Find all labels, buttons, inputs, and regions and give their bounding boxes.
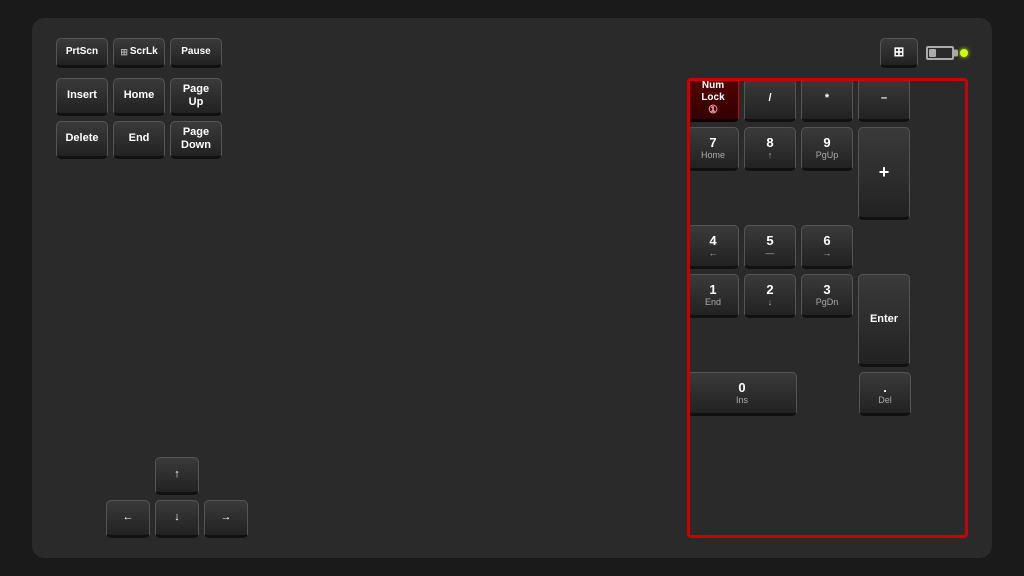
arrow-bottom-row: ← ↓ → (106, 500, 248, 538)
numpad-row-2: 7 Home 8 ↑ 9 PgUp + (687, 127, 968, 220)
fn-keys-group: PrtScn ⊞ ScrLk Pause (56, 38, 222, 68)
calculator-key[interactable]: ⊞ (880, 38, 918, 68)
arrow-down-key[interactable]: ↓ (155, 500, 199, 538)
nav-row-2: Delete End PageDown (56, 121, 667, 159)
numpad-6-key[interactable]: 6 → (801, 225, 853, 269)
pageup-key[interactable]: PageUp (170, 78, 222, 116)
numpad-3-key[interactable]: 3 PgDn (801, 274, 853, 318)
numpad-1-key[interactable]: 1 End (687, 274, 739, 318)
home-key[interactable]: Home (113, 78, 165, 116)
keyboard-container: PrtScn ⊞ ScrLk Pause ⊞ (32, 18, 992, 558)
numpad-row-1: NumLock ① / * – (687, 78, 968, 122)
numpad-0-key[interactable]: 0 Ins (687, 372, 797, 416)
led-indicator (960, 49, 968, 57)
numpad-7-key[interactable]: 7 Home (687, 127, 739, 171)
arrow-up-key[interactable]: ↑ (155, 457, 199, 495)
numpad-2-key[interactable]: 2 ↓ (744, 274, 796, 318)
pagedown-key[interactable]: PageDown (170, 121, 222, 159)
nav-row-1: Insert Home PageUp (56, 78, 667, 116)
pause-key[interactable]: Pause (170, 38, 222, 68)
numpad-5-key[interactable]: 5 — (744, 225, 796, 269)
numlock-key[interactable]: NumLock ① (687, 78, 739, 122)
numpad-8-key[interactable]: 8 ↑ (744, 127, 796, 171)
numpad-enter-key[interactable]: Enter (858, 274, 910, 367)
end-key[interactable]: End (113, 121, 165, 159)
scrlk-key[interactable]: ⊞ ScrLk (113, 38, 165, 68)
calculator-icon: ⊞ (894, 44, 905, 60)
prtscn-key[interactable]: PrtScn (56, 38, 108, 68)
status-icons (926, 46, 968, 60)
delete-key[interactable]: Delete (56, 121, 108, 159)
top-right-icons: ⊞ (880, 38, 968, 68)
main-section: Insert Home PageUp Delete End PageDown (56, 78, 968, 538)
numpad-row-4: 1 End 2 ↓ 3 PgDn Enter (687, 274, 968, 367)
numpad-4-key[interactable]: 4 ← (687, 225, 739, 269)
numpad-plus-key[interactable]: + (858, 127, 910, 220)
numpad-9-key[interactable]: 9 PgUp (801, 127, 853, 171)
scrlk-icon: ⊞ (120, 47, 128, 58)
arrow-right-key[interactable]: → (204, 500, 248, 538)
numpad-slash-key[interactable]: / (744, 78, 796, 122)
arrow-up-row: ↑ (106, 457, 199, 495)
numpad-minus-key[interactable]: – (858, 78, 910, 122)
arrow-left-key[interactable]: ← (106, 500, 150, 538)
battery-bar (929, 49, 936, 57)
battery-icon (926, 46, 954, 60)
arrow-keys: ↑ ← ↓ → (106, 457, 667, 538)
numpad-dot-key[interactable]: . Del (859, 372, 911, 416)
right-numpad: NumLock ① / * – 7 Home (687, 78, 968, 538)
keyboard-spacer (56, 164, 667, 452)
numpad-asterisk-key[interactable]: * (801, 78, 853, 122)
numpad-row-5: 0 Ins . Del (687, 372, 968, 416)
numpad-row-3: 4 ← 5 — 6 → (687, 225, 968, 269)
top-section: PrtScn ⊞ ScrLk Pause ⊞ (56, 38, 968, 68)
left-keyboard: Insert Home PageUp Delete End PageDown (56, 78, 667, 538)
insert-key[interactable]: Insert (56, 78, 108, 116)
